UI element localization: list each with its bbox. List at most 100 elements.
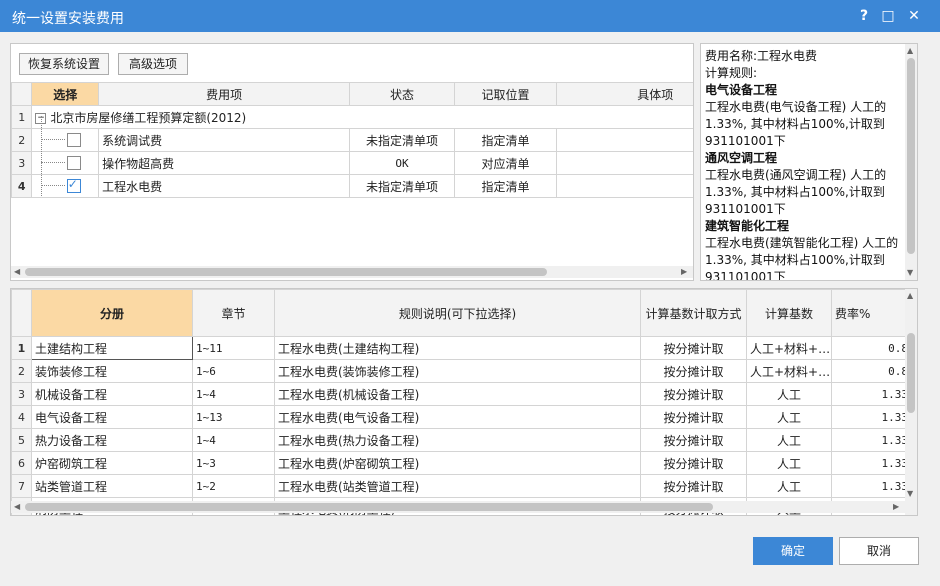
advanced-options-button[interactable]: 高级选项 [118, 53, 188, 75]
chapter-cell[interactable]: 1~4 [192, 428, 275, 452]
horizontal-scrollbar[interactable]: ◀ ▶ [11, 501, 905, 513]
table-row[interactable]: 2 装饰装修工程 1~6 工程水电费(装饰装修工程) 按分摊计取 人工+材料+…… [11, 359, 912, 383]
chapter-cell[interactable]: 1~2 [192, 474, 275, 498]
scroll-up-icon[interactable]: ▲ [907, 291, 913, 300]
checkbox[interactable] [66, 133, 81, 148]
base-cell[interactable]: 人工 [746, 428, 832, 452]
rate-cell[interactable]: 0.8 [831, 336, 912, 360]
tree-root-cell[interactable]: − 北京市房屋修缮工程预算定额(2012) [31, 105, 693, 129]
header-select[interactable]: 选择 [31, 82, 100, 106]
scrollbar-thumb[interactable] [907, 333, 915, 413]
header-status[interactable]: 状态 [349, 82, 455, 106]
scroll-down-icon[interactable]: ▼ [907, 268, 913, 277]
scroll-down-icon[interactable]: ▼ [907, 489, 913, 498]
rule-cell[interactable]: 工程水电费(电气设备工程) [274, 405, 641, 429]
header-book[interactable]: 分册 [31, 289, 193, 337]
detail-cell[interactable] [556, 151, 693, 175]
window-title: 统一设置安装费用 [12, 11, 124, 27]
horizontal-scrollbar[interactable]: ◀ ▶ [11, 266, 693, 278]
method-cell[interactable]: 按分摊计取 [640, 382, 747, 406]
rule-cell[interactable]: 工程水电费(炉窑砌筑工程) [274, 451, 641, 475]
scroll-up-icon[interactable]: ▲ [907, 46, 913, 55]
table-row[interactable]: 2 系统调试费 未指定清单项 指定清单 [11, 128, 693, 152]
book-cell[interactable]: 装饰装修工程 [31, 359, 193, 383]
location-cell[interactable]: 指定清单 [453, 128, 558, 152]
table-row[interactable]: 5 热力设备工程 1~4 工程水电费(热力设备工程) 按分摊计取 人工 1.33 [11, 428, 912, 452]
rate-cell[interactable]: 1.33 [831, 428, 912, 452]
base-cell[interactable]: 人工 [746, 405, 832, 429]
base-cell[interactable]: 人工 [746, 474, 832, 498]
base-cell[interactable]: 人工 [746, 382, 832, 406]
checkbox[interactable] [66, 156, 81, 171]
chapter-cell[interactable]: 1~6 [192, 359, 275, 383]
scroll-left-icon[interactable]: ◀ [14, 267, 20, 276]
restore-defaults-button[interactable]: 恢复系统设置 [19, 53, 109, 75]
header-fee-item[interactable]: 费用项 [98, 82, 351, 106]
desc-heading: 电气设备工程 [705, 83, 778, 97]
scroll-right-icon[interactable]: ▶ [681, 267, 687, 276]
header-rule[interactable]: 规则说明(可下拉选择) [274, 289, 641, 337]
vertical-scrollbar[interactable]: ▲ ▼ [905, 289, 917, 515]
chapter-cell[interactable]: 1~11 [192, 336, 275, 360]
book-cell[interactable]: 电气设备工程 [31, 405, 193, 429]
table-row[interactable]: 6 炉窑砌筑工程 1~3 工程水电费(炉窑砌筑工程) 按分摊计取 人工 1.33 [11, 451, 912, 475]
cancel-button[interactable]: 取消 [839, 537, 919, 565]
table-row[interactable]: 7 站类管道工程 1~2 工程水电费(站类管道工程) 按分摊计取 人工 1.33 [11, 474, 912, 498]
rate-cell[interactable]: 1.33 [831, 382, 912, 406]
detail-cell[interactable] [556, 174, 693, 198]
rule-cell[interactable]: 工程水电费(机械设备工程) [274, 382, 641, 406]
method-cell[interactable]: 按分摊计取 [640, 451, 747, 475]
rule-cell[interactable]: 工程水电费(热力设备工程) [274, 428, 641, 452]
close-icon[interactable]: ✕ [904, 6, 924, 26]
location-cell[interactable]: 指定清单 [453, 174, 558, 198]
book-cell[interactable]: 土建结构工程 [31, 336, 193, 360]
rate-cell[interactable]: 1.33 [831, 451, 912, 475]
chapter-cell[interactable]: 1~3 [192, 451, 275, 475]
vertical-scrollbar[interactable]: ▲ ▼ [905, 44, 917, 280]
location-cell[interactable]: 对应清单 [453, 151, 558, 175]
method-cell[interactable]: 按分摊计取 [640, 359, 747, 383]
checkbox-checked[interactable]: ✓ [66, 177, 81, 194]
table-row[interactable]: 4 电气设备工程 1~13 工程水电费(电气设备工程) 按分摊计取 人工 1.3… [11, 405, 912, 429]
scroll-left-icon[interactable]: ◀ [14, 502, 20, 511]
book-cell[interactable]: 炉窑砌筑工程 [31, 451, 193, 475]
header-method[interactable]: 计算基数计取方式 [640, 289, 747, 337]
rate-cell[interactable]: 1.33 [831, 405, 912, 429]
ok-button[interactable]: 确定 [753, 537, 833, 565]
rule-cell[interactable]: 工程水电费(装饰装修工程) [274, 359, 641, 383]
chapter-cell[interactable]: 1~4 [192, 382, 275, 406]
header-detail[interactable]: 具体项 [556, 82, 693, 106]
method-cell[interactable]: 按分摊计取 [640, 474, 747, 498]
chapter-cell[interactable]: 1~13 [192, 405, 275, 429]
method-cell[interactable]: 按分摊计取 [640, 405, 747, 429]
scroll-right-icon[interactable]: ▶ [893, 502, 899, 511]
rule-cell[interactable]: 工程水电费(土建结构工程) [274, 336, 641, 360]
base-cell[interactable]: 人工+材料+… [746, 359, 832, 383]
desc-line: 931101001下 [705, 202, 786, 216]
header-chapter[interactable]: 章节 [192, 289, 275, 337]
scrollbar-thumb[interactable] [907, 58, 915, 254]
base-cell[interactable]: 人工+材料+… [746, 336, 832, 360]
table-row[interactable]: 1 土建结构工程 1~11 工程水电费(土建结构工程) 按分摊计取 人工+材料+… [11, 336, 912, 360]
scrollbar-thumb[interactable] [25, 268, 547, 276]
book-cell[interactable]: 热力设备工程 [31, 428, 193, 452]
book-cell[interactable]: 机械设备工程 [31, 382, 193, 406]
header-base[interactable]: 计算基数 [746, 289, 832, 337]
rule-cell[interactable]: 工程水电费(站类管道工程) [274, 474, 641, 498]
method-cell[interactable]: 按分摊计取 [640, 428, 747, 452]
header-location[interactable]: 记取位置 [453, 82, 558, 106]
table-row[interactable]: 4 ✓ 工程水电费 未指定清单项 指定清单 [11, 174, 693, 198]
rate-cell[interactable]: 1.33 [831, 474, 912, 498]
rate-cell[interactable]: 0.8 [831, 359, 912, 383]
detail-cell[interactable] [556, 128, 693, 152]
table-row[interactable]: 3 操作物超高费 OK 对应清单 [11, 151, 693, 175]
book-cell[interactable]: 站类管道工程 [31, 474, 193, 498]
method-cell[interactable]: 按分摊计取 [640, 336, 747, 360]
header-rate[interactable]: 费率% [831, 289, 912, 337]
table-row[interactable]: 3 机械设备工程 1~4 工程水电费(机械设备工程) 按分摊计取 人工 1.33 [11, 382, 912, 406]
base-cell[interactable]: 人工 [746, 451, 832, 475]
table-row[interactable]: 1 − 北京市房屋修缮工程预算定额(2012) [11, 105, 693, 129]
help-icon[interactable]: ? [854, 6, 874, 26]
maximize-icon[interactable]: □ [878, 6, 898, 26]
scrollbar-thumb[interactable] [25, 503, 713, 511]
